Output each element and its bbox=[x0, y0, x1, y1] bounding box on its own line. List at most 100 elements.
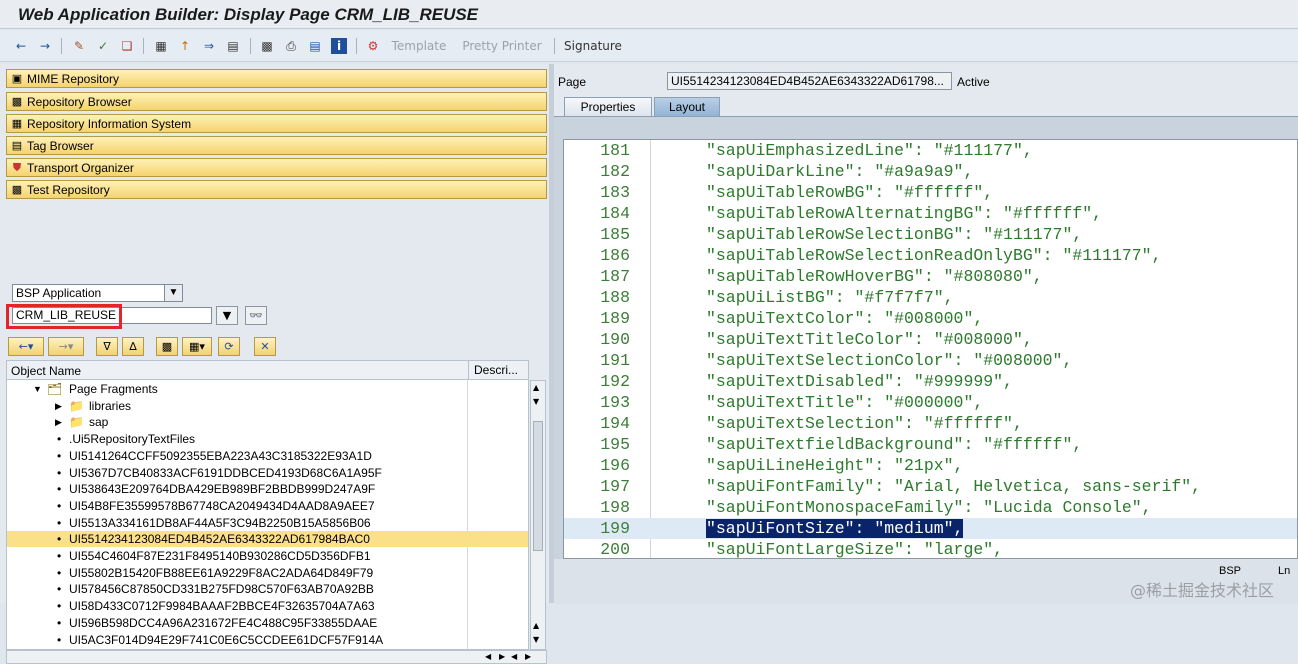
code-line[interactable]: 198 "sapUiFontMonospaceFamily": "Lucida C… bbox=[564, 497, 1297, 518]
column-object-name[interactable]: Object Name bbox=[11, 364, 81, 378]
tree-row[interactable]: • UI5514234123084ED4B452AE6343322AD617984… bbox=[7, 531, 528, 548]
navigate-icon[interactable]: ⇒ bbox=[200, 37, 218, 55]
column-description[interactable]: Descri... bbox=[468, 361, 518, 379]
nav-test-repository[interactable]: ▩ Test Repository bbox=[6, 180, 547, 199]
where-used-icon[interactable]: ↑ bbox=[176, 37, 194, 55]
nav-repository-browser[interactable]: ▩ Repository Browser bbox=[6, 92, 547, 111]
tree-row[interactable]: • UI554C4604F87E231F8495140B930286CD5D356… bbox=[7, 548, 528, 564]
check-icon[interactable]: ✓ bbox=[94, 37, 112, 55]
collapsed-arrow-icon[interactable]: ▶ bbox=[55, 414, 62, 430]
expand-button[interactable]: ∇ bbox=[96, 337, 118, 356]
edit-toggle-icon[interactable]: ✎ bbox=[70, 37, 88, 55]
tree-row[interactable]: ▼ 🗂 Page Fragments bbox=[7, 381, 528, 397]
display-button[interactable]: 👓 bbox=[245, 306, 267, 325]
code-line[interactable]: 195 "sapUiTextfieldBackground": "#ffffff"… bbox=[564, 434, 1297, 455]
nav-mime-repository[interactable]: ▣ MIME Repository bbox=[6, 69, 547, 88]
line-number: 182 bbox=[600, 162, 630, 181]
dropdown-button[interactable]: ▼ bbox=[216, 306, 238, 325]
code-line[interactable]: 187 "sapUiTableRowHoverBG": "#808080", bbox=[564, 266, 1297, 287]
display-object-list-icon[interactable]: ▤ bbox=[224, 37, 242, 55]
tree-row[interactable]: • UI596B598DCC4A96A231672FE4C488C95F33855… bbox=[7, 615, 528, 631]
code-line[interactable]: 183 "sapUiTableRowBG": "#ffffff", bbox=[564, 182, 1297, 203]
tree-vertical-scrollbar[interactable]: ▲ ▼ ▲ ▼ bbox=[530, 380, 546, 650]
hierarchy-icon[interactable]: ▦ bbox=[152, 37, 170, 55]
signature-button[interactable]: Signature bbox=[560, 37, 626, 55]
hierarchy-button[interactable]: ▩ bbox=[156, 337, 178, 356]
collapse-button[interactable]: ∆ bbox=[122, 337, 144, 356]
tree-item-label: UI58D433C0712F9984BAAAF2BBCE4F32635704A7… bbox=[69, 599, 375, 614]
code-text: "sapUiFontLargeSize": "large", bbox=[706, 539, 1003, 558]
tree-row[interactable]: • UI58D433C0712F9984BAAAF2BBCE4F32635704A… bbox=[7, 598, 528, 614]
tab-properties[interactable]: Properties bbox=[564, 97, 652, 116]
code-line[interactable]: 191 "sapUiTextSelectionColor": "#008000", bbox=[564, 350, 1297, 371]
bullet-icon: • bbox=[57, 532, 62, 547]
expanded-arrow-icon[interactable]: ▼ bbox=[33, 381, 42, 397]
forward-arrow-icon[interactable]: → bbox=[36, 37, 54, 55]
code-line[interactable]: 189 "sapUiTextColor": "#008000", bbox=[564, 308, 1297, 329]
code-line[interactable]: 190 "sapUiTextTitleColor": "#008000", bbox=[564, 329, 1297, 350]
test-run-icon[interactable]: ⚙ bbox=[364, 37, 382, 55]
code-line[interactable]: 181 "sapUiEmphasizedLine": "#111177", bbox=[564, 140, 1297, 161]
print-icon[interactable]: ⎙ bbox=[282, 37, 300, 55]
tree-row[interactable]: • UI5513A334161DB8AF44A5F3C94B2250B15A585… bbox=[7, 515, 528, 531]
tree-forward-button[interactable]: →▾ bbox=[48, 337, 84, 356]
activate-icon[interactable]: ❏ bbox=[118, 37, 136, 55]
tree-row[interactable]: ▶ 📁 sap bbox=[7, 414, 528, 430]
code-line[interactable]: 194 "sapUiTextSelection": "#ffffff", bbox=[564, 413, 1297, 434]
code-line[interactable]: 188 "sapUiListBG": "#f7f7f7", bbox=[564, 287, 1297, 308]
grid-button[interactable]: ▦▾ bbox=[182, 337, 212, 356]
window-icon[interactable]: ▤ bbox=[306, 37, 324, 55]
info-icon[interactable]: i bbox=[330, 37, 348, 55]
code-line[interactable]: 182 "sapUiDarkLine": "#a9a9a9", bbox=[564, 161, 1297, 182]
code-editor[interactable]: 181 "sapUiEmphasizedLine": "#111177", 182 "… bbox=[563, 139, 1298, 559]
code-line[interactable]: 186 "sapUiTableRowSelectionReadOnlyBG": "… bbox=[564, 245, 1297, 266]
tree-row[interactable]: • UI55802B15420FB88EE61A9229F8AC2ADA64D84… bbox=[7, 565, 528, 581]
refresh-button[interactable]: ⟳ bbox=[218, 337, 240, 356]
close-tree-button[interactable]: ✕ bbox=[254, 337, 276, 356]
tree-row[interactable]: • UI538643E209764DBA429EB989BF2BBDB999D24… bbox=[7, 481, 528, 497]
collapsed-arrow-icon[interactable]: ▶ bbox=[55, 398, 62, 414]
code-line[interactable]: 192 "sapUiTextDisabled": "#999999", bbox=[564, 371, 1297, 392]
tab-layout[interactable]: Layout bbox=[654, 97, 720, 116]
nav-transport-organizer[interactable]: ⛊ Transport Organizer bbox=[6, 158, 547, 177]
tree-horizontal-scrollbar[interactable]: ◀ ▶ ◀ ▶ bbox=[6, 650, 547, 664]
page-status: Active bbox=[957, 75, 990, 89]
line-number: 190 bbox=[600, 330, 630, 349]
template-button[interactable]: Template bbox=[386, 37, 452, 55]
tree-row[interactable]: • UI5AC3F014D94E29F741C0E6C5CCDEE61DCF57F… bbox=[7, 632, 528, 648]
folder-icon: 📁 bbox=[69, 415, 84, 430]
pretty-printer-button[interactable]: Pretty Printer bbox=[458, 37, 546, 55]
navigation-tree-icon[interactable]: ▩ bbox=[258, 37, 276, 55]
code-line[interactable]: 196 "sapUiLineHeight": "21px", bbox=[564, 455, 1297, 476]
code-text: "sapUiTextSelection": "#ffffff", bbox=[706, 413, 1023, 434]
tree-row[interactable]: • .Ui5RepositoryTextFiles bbox=[7, 431, 528, 447]
bullet-icon: • bbox=[57, 632, 62, 647]
nav-tag-browser[interactable]: ▤ Tag Browser bbox=[6, 136, 547, 155]
code-line[interactable]: 197 "sapUiFontFamily": "Arial, Helvetica,… bbox=[564, 476, 1297, 497]
info-system-icon: ▦ bbox=[11, 117, 23, 130]
code-text-content: "sapUiFontSize": "medium", bbox=[706, 519, 964, 538]
code-line[interactable]: 184 "sapUiTableRowAlternatingBG": "#fffff… bbox=[564, 203, 1297, 224]
code-line[interactable]: 199 "sapUiFontSize": "medium", bbox=[564, 518, 1297, 539]
code-line[interactable]: 193 "sapUiTextTitle": "#000000", bbox=[564, 392, 1297, 413]
tree-row[interactable]: • UI578456C87850CD331B275FD98C570F63AB70A… bbox=[7, 581, 528, 597]
tree-row[interactable]: ▶ 📁 libraries bbox=[7, 398, 528, 414]
tree-row[interactable]: • UI5367D7CB40833ACF6191DDBCED4193D68C6A1… bbox=[7, 465, 528, 481]
back-arrow-icon[interactable]: ← bbox=[12, 37, 30, 55]
scroll-thumb[interactable] bbox=[533, 421, 543, 551]
tree-row[interactable]: • UI5141264CCFF5092355EBA223A43C3185322E9… bbox=[7, 448, 528, 464]
tree-row[interactable]: • UI54B8FE35599578B67748CA2049434D4AAD8A9… bbox=[7, 498, 528, 514]
code-line[interactable]: 200 "sapUiFontLargeSize": "large", bbox=[564, 539, 1297, 558]
chevron-down-icon[interactable]: ▼ bbox=[164, 285, 182, 301]
code-text: "sapUiTableRowHoverBG": "#808080", bbox=[706, 266, 1043, 287]
bullet-icon: • bbox=[57, 615, 62, 630]
page-label: Page bbox=[558, 75, 587, 89]
object-type-select[interactable]: BSP Application ▼ bbox=[12, 284, 183, 302]
tree-item-label: UI554C4604F87E231F8495140B930286CD5D356D… bbox=[69, 549, 371, 563]
code-text-content: "sapUiTableRowBG": "#ffffff", bbox=[706, 183, 994, 202]
tree-back-button[interactable]: ←▾ bbox=[8, 337, 44, 356]
code-text: "sapUiTextDisabled": "#999999", bbox=[706, 371, 1013, 392]
code-line[interactable]: 185 "sapUiTableRowSelectionBG": "#111177"… bbox=[564, 224, 1297, 245]
chevron-down-icon: ▼ bbox=[222, 309, 232, 322]
nav-repository-information-system[interactable]: ▦ Repository Information System bbox=[6, 114, 547, 133]
